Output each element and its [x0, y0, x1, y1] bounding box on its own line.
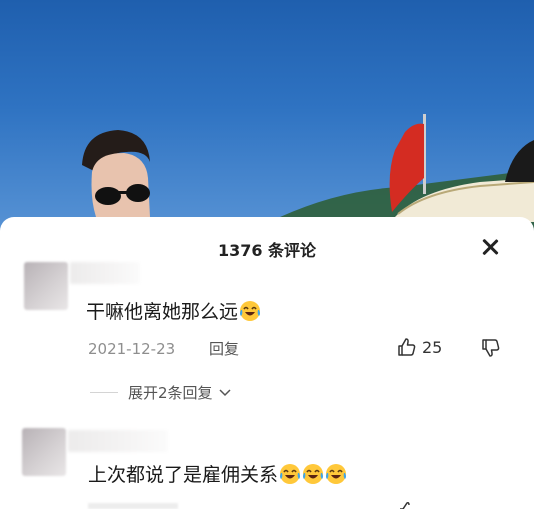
like-button[interactable]: 25 — [397, 337, 442, 357]
comment-body: 干嘛他离她那么远 — [86, 301, 239, 323]
comment-text: 上次都说了是雇佣关系 — [88, 463, 347, 487]
username[interactable] — [70, 262, 140, 284]
thumbs-up-icon — [398, 338, 416, 356]
reply-button[interactable]: 回复 — [209, 340, 239, 358]
like-count: 25 — [422, 337, 443, 357]
comment-count-title: 1376 条评论 — [217, 241, 317, 260]
comment-date: 2021-12-23 — [88, 340, 176, 358]
laughing-tears-emoji — [280, 464, 301, 484]
chevron-down-icon — [219, 388, 231, 396]
background-photo — [0, 0, 534, 240]
username[interactable] — [68, 430, 168, 452]
expand-replies-label: 展开2条回复 — [128, 384, 213, 402]
laughing-tears-emoji — [326, 464, 347, 484]
thumbs-up-icon[interactable] — [398, 502, 418, 509]
comment-body: 上次都说了是雇佣关系 — [88, 464, 279, 486]
close-icon[interactable] — [478, 235, 502, 259]
expand-replies-button[interactable]: 展开2条回复 — [90, 382, 232, 403]
thumbs-down-icon[interactable] — [481, 338, 501, 358]
divider — [90, 392, 118, 393]
avatar[interactable] — [22, 428, 66, 476]
avatar[interactable] — [24, 262, 68, 310]
comment-text: 干嘛他离她那么远 — [86, 300, 261, 324]
laughing-tears-emoji — [303, 464, 324, 484]
laughing-tears-emoji — [240, 301, 261, 321]
comment-date-partial — [88, 503, 178, 509]
